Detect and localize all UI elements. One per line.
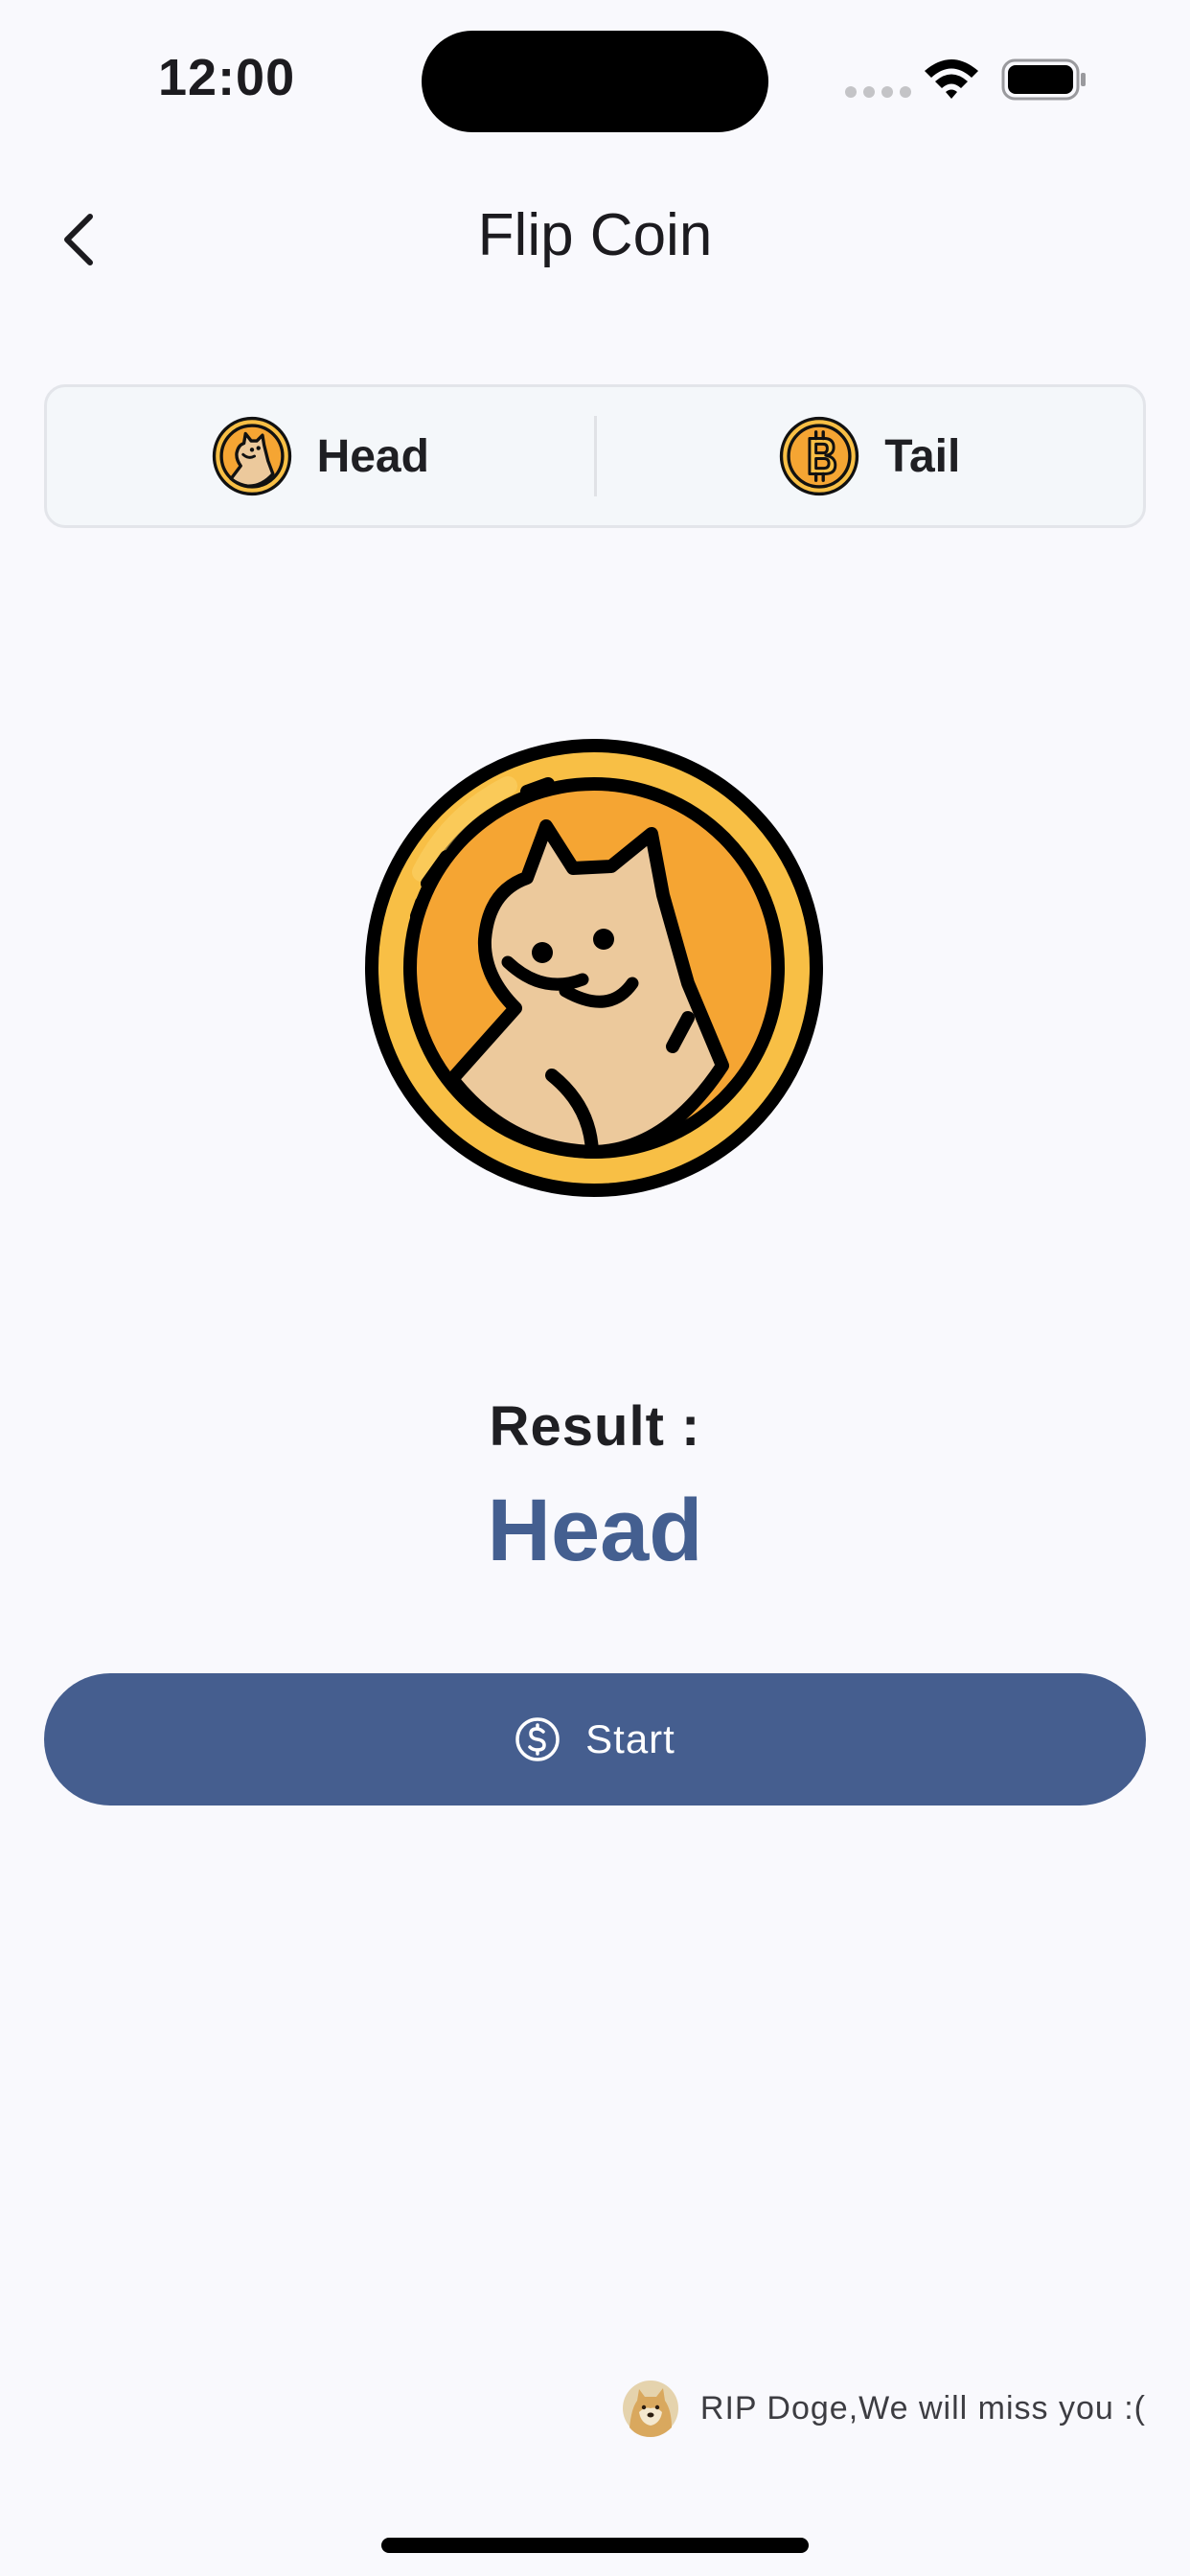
battery-icon (1001, 58, 1086, 101)
start-button[interactable]: Start (44, 1673, 1146, 1806)
dynamic-island (422, 31, 768, 132)
doge-coin-large-icon (365, 739, 823, 1197)
result-value: Head (487, 1482, 703, 1579)
option-head[interactable]: Head (47, 387, 594, 525)
cellular-signal-icon (845, 86, 911, 98)
start-button-label: Start (585, 1716, 675, 1761)
option-head-label: Head (316, 430, 429, 482)
bitcoin-icon (780, 416, 859, 496)
status-time: 12:00 (158, 49, 296, 106)
result-label: Result : (489, 1395, 701, 1458)
doge-avatar-icon (622, 2380, 678, 2437)
footer-text: RIP Doge,We will miss you :( (699, 2389, 1146, 2426)
doge-coin-icon (212, 416, 291, 496)
page-title: Flip Coin (477, 202, 713, 268)
wifi-icon (925, 59, 978, 99)
flip-coin-screen: 12:00 Flip Coin Head Tail Result: Head … (0, 0, 1190, 2576)
coin-side-selector: Head Tail (44, 384, 1146, 528)
option-tail-label: Tail (884, 430, 961, 482)
footer-note: RIP Doge,We will miss you :( (622, 2380, 1146, 2437)
home-indicator[interactable] (381, 2538, 809, 2553)
dollar-circle-icon (515, 1717, 560, 1761)
option-tail[interactable]: Tail (597, 387, 1144, 525)
